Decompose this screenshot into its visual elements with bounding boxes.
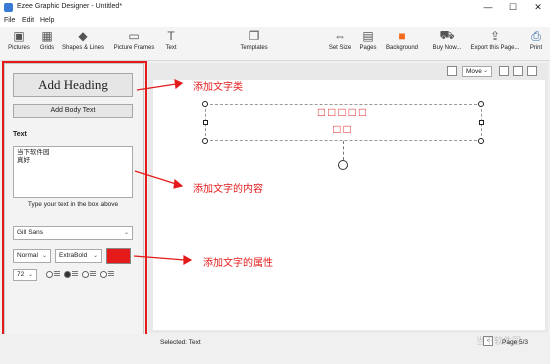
annotation-add-text-content: 添加文字的内容 [193,184,263,195]
status-bar [0,334,550,364]
annotation-arrows [133,79,193,266]
annotation-add-text-type: 添加文字类 [193,82,243,93]
status-selected: Selected: Text [160,339,201,346]
arrow-3 [133,254,193,266]
watermark: 当下软件园 [476,336,522,346]
arrow-1 [136,79,184,91]
annotation-add-text-properties: 添加文字的属性 [203,258,273,269]
arrow-2 [134,170,184,189]
